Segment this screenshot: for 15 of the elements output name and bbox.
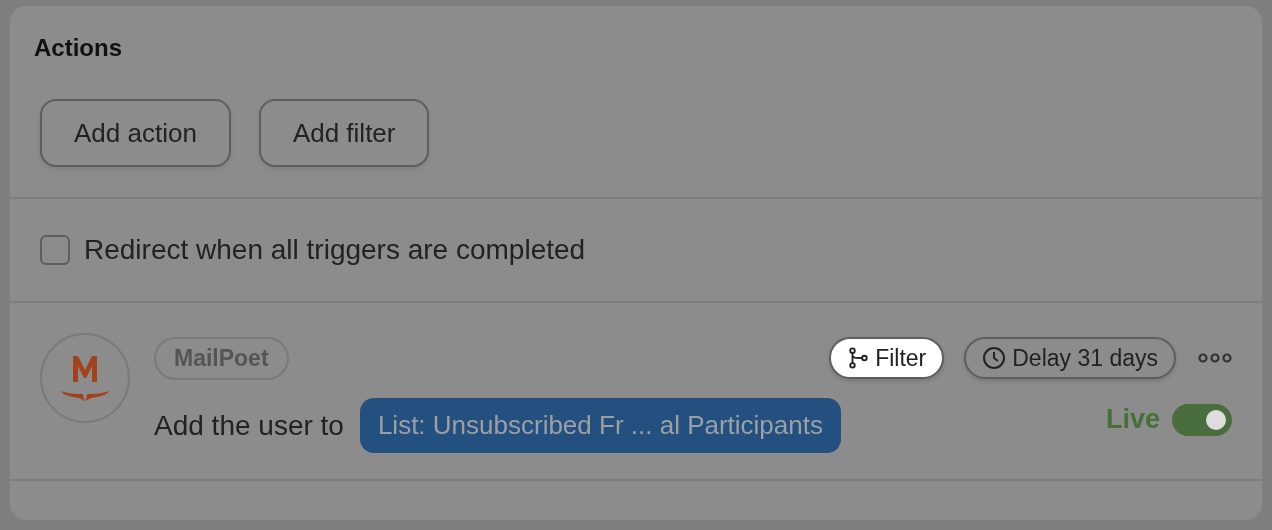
- logo-icon: [40, 333, 130, 423]
- clock-icon: [982, 346, 1007, 370]
- filter-button[interactable]: Filter: [829, 337, 945, 379]
- checkbox[interactable]: [40, 235, 70, 265]
- add-action-button[interactable]: Add action: [40, 99, 231, 167]
- live-toggle[interactable]: [1172, 403, 1232, 436]
- add-filter-button[interactable]: Add filter: [258, 99, 430, 167]
- checkbox-label: Redirect when all triggers are completed: [84, 234, 586, 266]
- action-text: Add the user to: [154, 409, 344, 442]
- list-chip[interactable]: List: Unsubscribed Fr ... al Participants: [359, 398, 841, 453]
- delay-button[interactable]: Delay 31 days: [964, 337, 1176, 379]
- branch-icon: [847, 347, 870, 369]
- section-title: Actions: [33, 33, 123, 62]
- more-icon[interactable]: [1198, 352, 1232, 364]
- status-label: Live: [1105, 404, 1160, 435]
